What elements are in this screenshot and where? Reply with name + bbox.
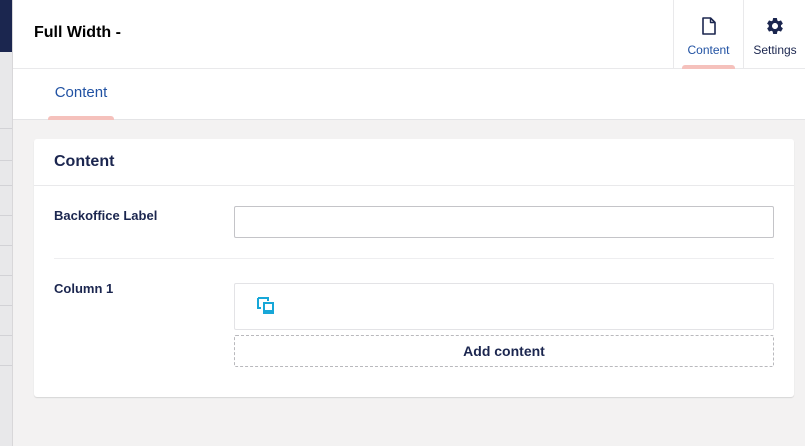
- background-divider: [0, 365, 12, 366]
- tab-content[interactable]: Content: [48, 69, 114, 120]
- add-content-button[interactable]: Add content: [234, 335, 774, 367]
- tab-bar: Content: [13, 69, 805, 120]
- gear-icon: [765, 15, 785, 37]
- editor-header: Full Width - Content Settings: [13, 0, 805, 69]
- background-divider: [0, 160, 12, 161]
- background-divider: [0, 215, 12, 216]
- background-divider: [0, 335, 12, 336]
- background-divider: [0, 275, 12, 276]
- background-divider: [0, 185, 12, 186]
- layout-blocks-icon[interactable]: [257, 297, 275, 320]
- background-section-strip: [0, 0, 12, 446]
- card-header: Content: [34, 139, 794, 186]
- content-card: Content Backoffice Label Column 1 Add co…: [34, 139, 794, 397]
- tab-label: Content: [54, 84, 108, 101]
- page-title: Full Width -: [34, 24, 121, 41]
- content-app-label: Content: [687, 43, 730, 57]
- editor-panel: Full Width - Content Settings Content Co…: [12, 0, 805, 446]
- property-divider: [54, 258, 774, 259]
- column-1-content-area: [234, 283, 774, 330]
- active-tab-indicator: [48, 116, 114, 120]
- backoffice-label-label: Backoffice Label: [54, 208, 158, 223]
- settings-app-button[interactable]: Settings: [743, 0, 805, 69]
- background-top-nav: [0, 0, 12, 52]
- backoffice-label-input[interactable]: [234, 206, 774, 238]
- background-divider: [0, 245, 12, 246]
- document-icon: [701, 15, 716, 37]
- content-app-button[interactable]: Content: [673, 0, 743, 69]
- column-1-label: Column 1: [54, 281, 114, 296]
- background-divider: [0, 305, 12, 306]
- background-divider: [0, 128, 12, 129]
- settings-app-label: Settings: [753, 43, 797, 57]
- card-title: Content: [54, 153, 115, 170]
